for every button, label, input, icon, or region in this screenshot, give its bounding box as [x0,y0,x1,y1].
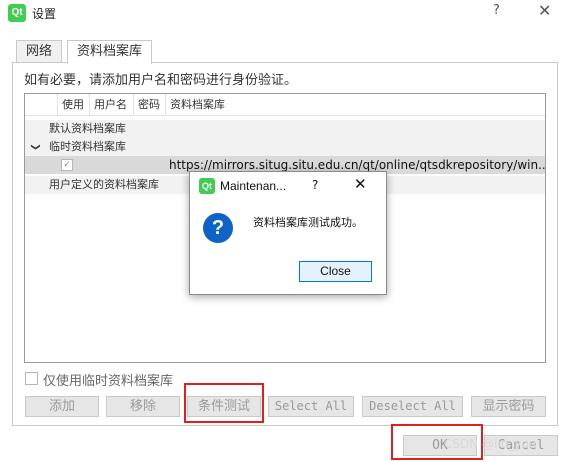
expand-arrow-icon[interactable]: ❯ [26,143,44,151]
column-header-use[interactable]: 使用 [57,94,84,116]
tree-item-label: 临时资料档案库 [49,140,126,153]
tree-item-temporary-repositories[interactable]: ❯ 临时资料档案库 [25,138,545,156]
use-checkbox[interactable]: ✓ [61,159,73,171]
tab-repositories[interactable]: 资料档案库 [67,40,153,64]
qt-logo-icon: Qt [8,4,26,22]
show-password-button[interactable]: 显示密码 [471,396,546,417]
question-icon: ? [203,213,233,243]
column-header-username[interactable]: 用户名 [89,94,127,116]
help-icon[interactable]: ? [312,178,318,192]
dialog-message: 资料档案库测试成功。 [253,216,363,229]
dialog-close-button[interactable]: Close [299,261,372,282]
help-icon[interactable]: ? [493,3,500,18]
tree-header: 使用 用户名 密码 资料档案库 [25,94,545,116]
column-header-password[interactable]: 密码 [133,94,160,116]
add-button[interactable]: 添加 [25,396,99,417]
highlight-box-test [184,383,264,423]
use-temp-only-label: 仅使用临时资料档案库 [43,374,174,389]
dialog-title: Maintenan... [220,179,287,193]
window-title: 设置 [32,7,57,21]
watermark: CSDN @lin_you [444,437,537,451]
window-title-bar: Qt 设置 ? ✕ [0,0,569,26]
column-header-repository[interactable]: 资料档案库 [165,94,225,116]
message-dialog: Qt Maintenan... ? ✕ ? 资料档案库测试成功。 Close [189,171,387,295]
instruction-text: 如有必要，请添加用户名和密码进行身份验证。 [24,73,298,88]
deselect-all-button[interactable]: Deselect All [362,396,463,417]
use-temp-only-checkbox[interactable] [25,372,38,385]
remove-button[interactable]: 移除 [106,396,180,417]
close-icon[interactable]: ✕ [354,175,367,193]
qt-logo-icon: Qt [199,178,215,194]
tree-item-default-repositories[interactable]: 默认资料档案库 [25,120,545,138]
select-all-button[interactable]: Select All [268,396,354,417]
close-icon[interactable]: ✕ [538,1,551,20]
tab-network[interactable]: 网络 [16,40,63,63]
